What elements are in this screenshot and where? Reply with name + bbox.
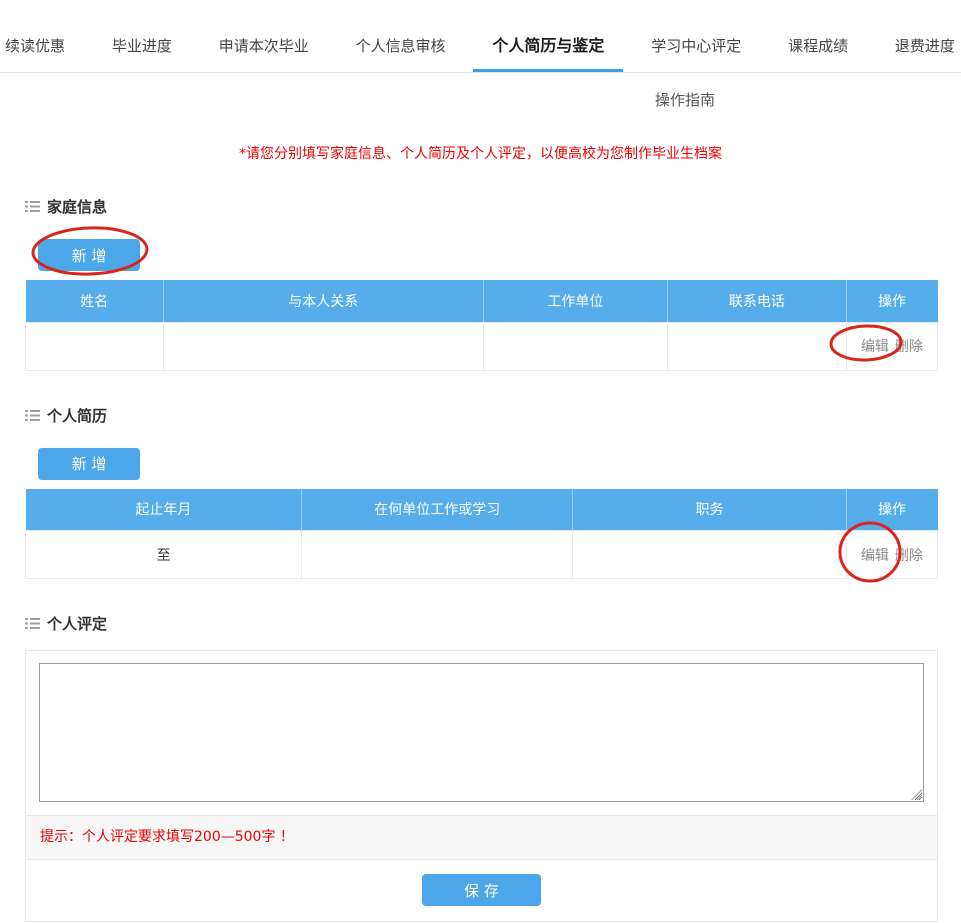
resume-cell-unit <box>302 531 573 579</box>
family-table: 姓名 与本人关系 工作单位 联系电话 操作 编辑删除 <box>25 280 938 371</box>
resume-cell-position <box>573 531 847 579</box>
family-cell-relation <box>163 322 483 370</box>
resume-table-header-row: 起止年月 在何单位工作或学习 职务 操作 <box>26 489 938 531</box>
resume-col-period: 起止年月 <box>26 489 302 531</box>
family-cell-operations: 编辑删除 <box>846 322 937 370</box>
section-title-assessment-label: 个人评定 <box>47 613 107 634</box>
resume-col-position: 职务 <box>573 489 847 531</box>
family-edit-link[interactable]: 编辑 <box>858 339 892 355</box>
resume-delete-link[interactable]: 删除 <box>892 548 926 564</box>
section-title-family-label: 家庭信息 <box>47 196 107 217</box>
list-icon <box>25 200 40 213</box>
save-row: 保 存 <box>26 860 937 921</box>
tab-resume-appraisal-active[interactable]: 个人简历与鉴定 <box>492 32 604 72</box>
resume-col-operation: 操作 <box>846 489 937 531</box>
resume-add-button[interactable]: 新 增 <box>38 448 140 480</box>
family-table-row: 编辑删除 <box>26 322 938 370</box>
resume-table-row: 至 编辑删除 <box>26 531 938 579</box>
section-title-resume-label: 个人简历 <box>47 405 107 426</box>
tab-graduation-progress[interactable]: 毕业进度 <box>112 35 172 72</box>
list-icon <box>25 409 40 422</box>
family-col-operation: 操作 <box>846 280 937 322</box>
section-title-assessment: 个人评定 <box>25 613 961 634</box>
tab-bar: 续读优惠 毕业进度 申请本次毕业 个人信息审核 个人简历与鉴定 学习中心评定 课… <box>0 0 961 73</box>
tab-renewal-discount[interactable]: 续读优惠 <box>5 35 65 72</box>
resume-edit-link[interactable]: 编辑 <box>858 548 892 564</box>
list-icon <box>25 617 40 630</box>
tab-apply-graduation[interactable]: 申请本次毕业 <box>219 35 309 72</box>
resume-table: 起止年月 在何单位工作或学习 职务 操作 至 编辑删除 <box>25 489 938 580</box>
family-col-phone: 联系电话 <box>668 280 847 322</box>
assessment-textarea[interactable] <box>39 663 924 802</box>
resume-cell-operations: 编辑删除 <box>846 531 937 579</box>
save-button[interactable]: 保 存 <box>422 874 541 906</box>
tab-course-grades[interactable]: 课程成绩 <box>788 35 848 72</box>
assessment-panel: 提示：个人评定要求填写200—500字 ！ 保 存 <box>25 650 938 922</box>
family-cell-workplace <box>483 322 667 370</box>
family-cell-name <box>26 322 164 370</box>
family-cell-phone <box>668 322 847 370</box>
tab-personal-info-review[interactable]: 个人信息审核 <box>356 35 446 72</box>
section-title-resume: 个人简历 <box>25 405 961 426</box>
tab-list: 续读优惠 毕业进度 申请本次毕业 个人信息审核 个人简历与鉴定 学习中心评定 课… <box>0 0 961 72</box>
family-table-header-row: 姓名 与本人关系 工作单位 联系电话 操作 <box>26 280 938 322</box>
section-title-family-info: 家庭信息 <box>25 196 961 217</box>
assessment-hint: 提示：个人评定要求填写200—500字 ！ <box>26 815 937 860</box>
resume-col-unit: 在何单位工作或学习 <box>302 489 573 531</box>
tab-operation-guide[interactable]: 操作指南 <box>655 89 715 110</box>
family-add-button[interactable]: 新 增 <box>38 239 140 271</box>
tab-learning-center-assessment[interactable]: 学习中心评定 <box>651 35 741 72</box>
tab-refund-progress[interactable]: 退费进度 <box>895 35 955 72</box>
family-col-relation: 与本人关系 <box>163 280 483 322</box>
graduation-resume-page: 续读优惠 毕业进度 申请本次毕业 个人信息审核 个人简历与鉴定 学习中心评定 课… <box>0 0 961 923</box>
notice-text: *请您分别填写家庭信息、个人简历及个人评定，以便高校为您制作毕业生档案 <box>0 145 961 163</box>
family-delete-link[interactable]: 删除 <box>892 339 926 355</box>
assessment-textarea-wrap <box>26 651 937 815</box>
family-col-name: 姓名 <box>26 280 164 322</box>
resume-cell-period: 至 <box>26 531 302 579</box>
family-col-workplace: 工作单位 <box>483 280 667 322</box>
